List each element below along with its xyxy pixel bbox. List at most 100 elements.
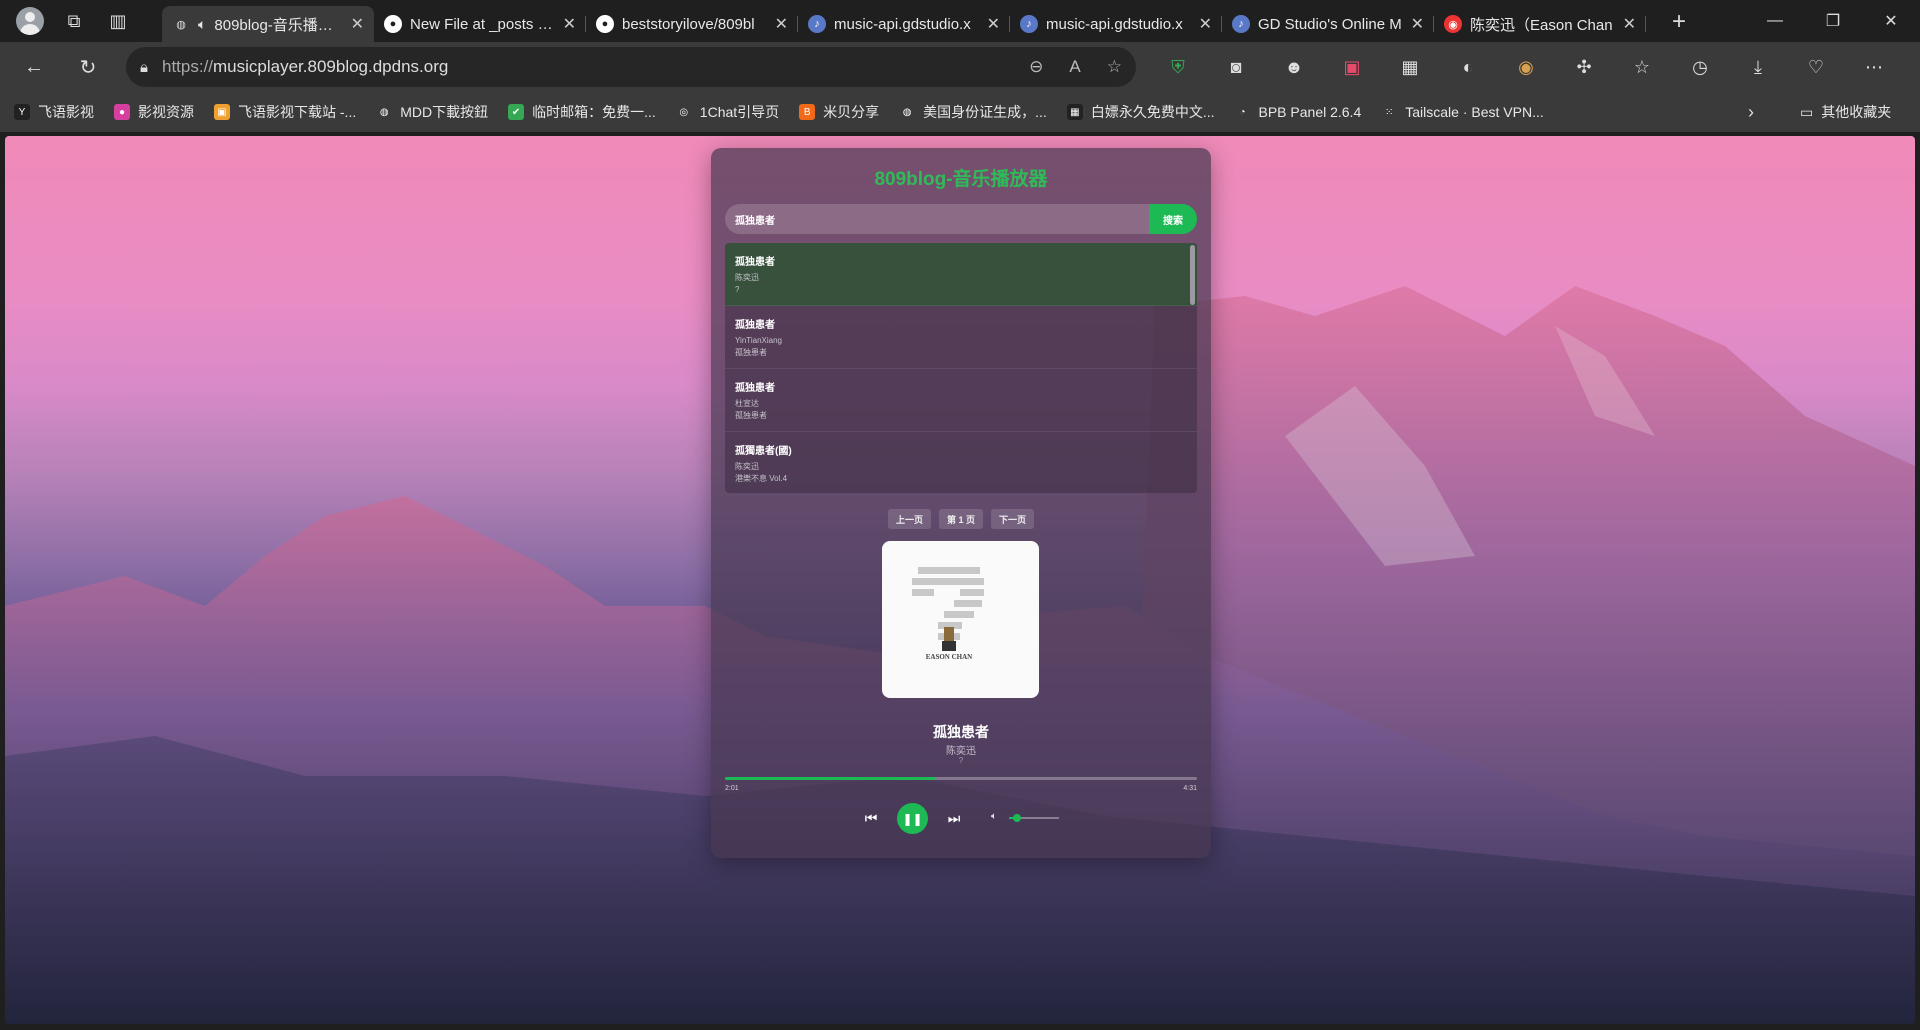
address-bar[interactable]: 🔒︎ https:// musicplayer.809blog.dpdns.or…	[126, 47, 1136, 87]
prev-page-button[interactable]: 上一页	[887, 509, 931, 529]
bookmark-item[interactable]: ✔ 临时邮箱：免费一...	[508, 102, 656, 122]
workspaces-icon[interactable]: ⧉	[56, 5, 92, 37]
more-menu-icon[interactable]: ⋯	[1856, 49, 1892, 85]
volume-knob[interactable]	[1012, 814, 1021, 822]
audio-playing-icon[interactable]: 🔈︎	[198, 16, 206, 33]
bookmark-label: 飞语影视下载站 -...	[238, 104, 357, 120]
close-window-icon[interactable]: ✕	[1862, 0, 1920, 42]
downloads-icon[interactable]: ⤓	[1740, 49, 1776, 85]
tab-close-icon[interactable]: ✕	[563, 14, 576, 34]
search-results-list: 孤独患者 陈奕迅? 孤独患者 YinTianXiang 孤独患者 孤独患者 杜宣达 孤独患者孤…	[725, 243, 1197, 493]
progress-bar[interactable]	[725, 777, 1197, 780]
zoom-icon[interactable]: ⊖	[1029, 57, 1043, 77]
playback-controls: ⏮ ❚❚ ⏭ 🔈︎	[711, 802, 1211, 834]
tab-title: music-api.gdstudio.x	[1046, 15, 1183, 33]
shield-extension-icon[interactable]: ⛨	[1160, 49, 1196, 85]
next-page-button[interactable]: 下一页	[991, 509, 1035, 529]
profile-button[interactable]	[12, 5, 48, 37]
tab-2[interactable]: ● beststoryilove/809bl ✕	[586, 6, 798, 42]
results-scrollbar[interactable]	[1190, 245, 1195, 305]
result-row[interactable]: 孤独患者 杜宣达 孤独患者	[725, 369, 1197, 432]
bookmark-item[interactable]: Y 飞语影视	[14, 102, 94, 122]
face-extension-icon[interactable]: ☻	[1276, 49, 1312, 85]
new-tab-button[interactable]: +	[1663, 6, 1695, 38]
tab-close-icon[interactable]: ✕	[1199, 14, 1212, 34]
bookmark-favicon-icon: ◎	[675, 104, 692, 120]
bookmark-item[interactable]: ▦ 白嫖永久免费中文...	[1066, 102, 1215, 122]
tab-actions-icon[interactable]: ▥	[100, 5, 136, 37]
bookmark-label: 白嫖永久免费中文...	[1090, 104, 1215, 120]
bookmark-item[interactable]: ◎ 1Chat引导页	[675, 102, 779, 122]
tab-close-icon[interactable]: ✕	[1623, 14, 1636, 34]
bookmark-favicon-icon: ◔	[1234, 104, 1251, 120]
bookmark-item[interactable]: B 米贝分享	[799, 102, 879, 122]
music-icon: ♪	[1232, 15, 1250, 33]
favorite-star-icon[interactable]: ☆	[1107, 57, 1122, 77]
bookmark-favicon-icon: ▣	[214, 104, 230, 120]
other-favorites[interactable]: ▭ 其他收藏夹	[1800, 102, 1891, 122]
search-button[interactable]: 搜索	[1149, 204, 1197, 234]
read-aloud-icon[interactable]: A	[1069, 57, 1080, 77]
restore-icon[interactable]: ❐	[1804, 0, 1862, 42]
volume-icon[interactable]: 🔈︎	[991, 811, 997, 822]
bookmark-item[interactable]: ◍ MDD下載按鈕	[376, 102, 488, 122]
history-icon[interactable]: ◷	[1682, 49, 1718, 85]
tab-close-icon[interactable]: ✕	[987, 14, 1000, 34]
bookmark-label: 临时邮箱：免费一...	[532, 104, 656, 120]
window-controls: — ❐ ✕	[1746, 0, 1920, 42]
next-track-icon[interactable]: ⏭	[944, 808, 964, 828]
bookmark-favicon-icon: ▦	[1066, 104, 1083, 120]
result-row[interactable]: 孤独患者 陈奕迅?	[725, 243, 1197, 306]
question-mark-cover-art: EASON CHAN	[912, 567, 984, 661]
previous-track-icon[interactable]: ⏮	[861, 808, 881, 828]
bookmark-item[interactable]: ● 影视资源	[114, 102, 194, 122]
bookmarks-bar: Y 飞语影视 ● 影视资源 ▣ 飞语影视下载站 -... ◍ MDD下載按鈕 ✔ 临时邮箱：免费一…	[0, 92, 1920, 132]
bookmark-item[interactable]: ▣ 飞语影视下载站 -...	[214, 102, 356, 122]
tab-5[interactable]: ♪ GD Studio's Online M ✕	[1222, 6, 1434, 42]
cookie-extension-icon[interactable]: ◉	[1508, 49, 1544, 85]
bookmark-label: 影视资源	[138, 104, 194, 120]
time-current: 2:01	[725, 785, 739, 792]
progress-fill	[725, 777, 936, 780]
back-icon[interactable]: ←	[14, 49, 54, 85]
minimize-icon[interactable]: —	[1746, 0, 1804, 42]
other-favorites-label: 其他收藏夹	[1821, 104, 1892, 120]
copilot-icon[interactable]: ◆	[1914, 49, 1920, 85]
browser-titlebar: ⧉ ▥ ◍ 🔈︎ 809blog-音乐播放器 ✕ ● New File at _posts…	[0, 0, 1920, 42]
extensions-puzzle-icon[interactable]: ✣	[1566, 49, 1602, 85]
url-protocol: https://	[161, 57, 214, 76]
paint-extension-icon[interactable]: ◐	[1450, 49, 1486, 85]
search-input[interactable]	[725, 204, 1149, 234]
refresh-icon[interactable]: ↻	[68, 49, 108, 85]
tab-close-icon[interactable]: ✕	[775, 14, 788, 34]
tv-extension-icon[interactable]: ▣	[1334, 49, 1370, 85]
result-artist: 陈奕迅	[735, 462, 759, 471]
bookmark-label: BPB Panel 2.6.4	[1258, 104, 1362, 120]
tab-4[interactable]: ♪ music-api.gdstudio.x ✕	[1010, 6, 1222, 42]
result-row[interactable]: 孤独患者 YinTianXiang 孤独患者	[725, 306, 1197, 369]
tab-1[interactable]: ● New File at _posts · b ✕	[374, 6, 586, 42]
volume-slider[interactable]	[1009, 814, 1059, 822]
bookmark-item[interactable]: ⁙ Tailscale · Best VPN...	[1381, 104, 1544, 120]
tab-6[interactable]: ◉ 陈奕迅（Eason Chan ✕	[1434, 6, 1646, 42]
bookmark-favicon-icon: ⁙	[1381, 104, 1398, 120]
pagination: 上一页 第 1 页 下一页	[711, 509, 1211, 529]
health-icon[interactable]: ♡	[1798, 49, 1834, 85]
result-row[interactable]: 孤獨患者(國) 陈奕迅 港樂不息 Vol.4	[725, 432, 1197, 493]
github-icon: ●	[384, 15, 402, 33]
chevron-right-icon[interactable]: ›	[1748, 102, 1754, 123]
tab-0[interactable]: ◍ 🔈︎ 809blog-音乐播放器 ✕	[162, 6, 374, 42]
lock-icon[interactable]: 🔒︎	[140, 59, 148, 76]
pause-icon[interactable]: ❚❚	[897, 803, 928, 834]
music-icon: ♪	[808, 15, 826, 33]
tab-close-icon[interactable]: ✕	[1411, 14, 1424, 34]
bookmark-item[interactable]: ◍ 美国身份证生成，...	[899, 102, 1047, 122]
qr-code-icon[interactable]: ▦	[1392, 49, 1428, 85]
bookmark-favicon-icon: Y	[14, 104, 30, 120]
result-artist: 陈奕迅	[735, 273, 759, 282]
bookmark-item[interactable]: ◔ BPB Panel 2.6.4	[1234, 104, 1362, 120]
favorites-icon[interactable]: ☆	[1624, 49, 1660, 85]
tab-3[interactable]: ♪ music-api.gdstudio.x ✕	[798, 6, 1010, 42]
glasses-extension-icon[interactable]: ◙	[1218, 49, 1254, 85]
tab-close-icon[interactable]: ✕	[351, 14, 364, 34]
